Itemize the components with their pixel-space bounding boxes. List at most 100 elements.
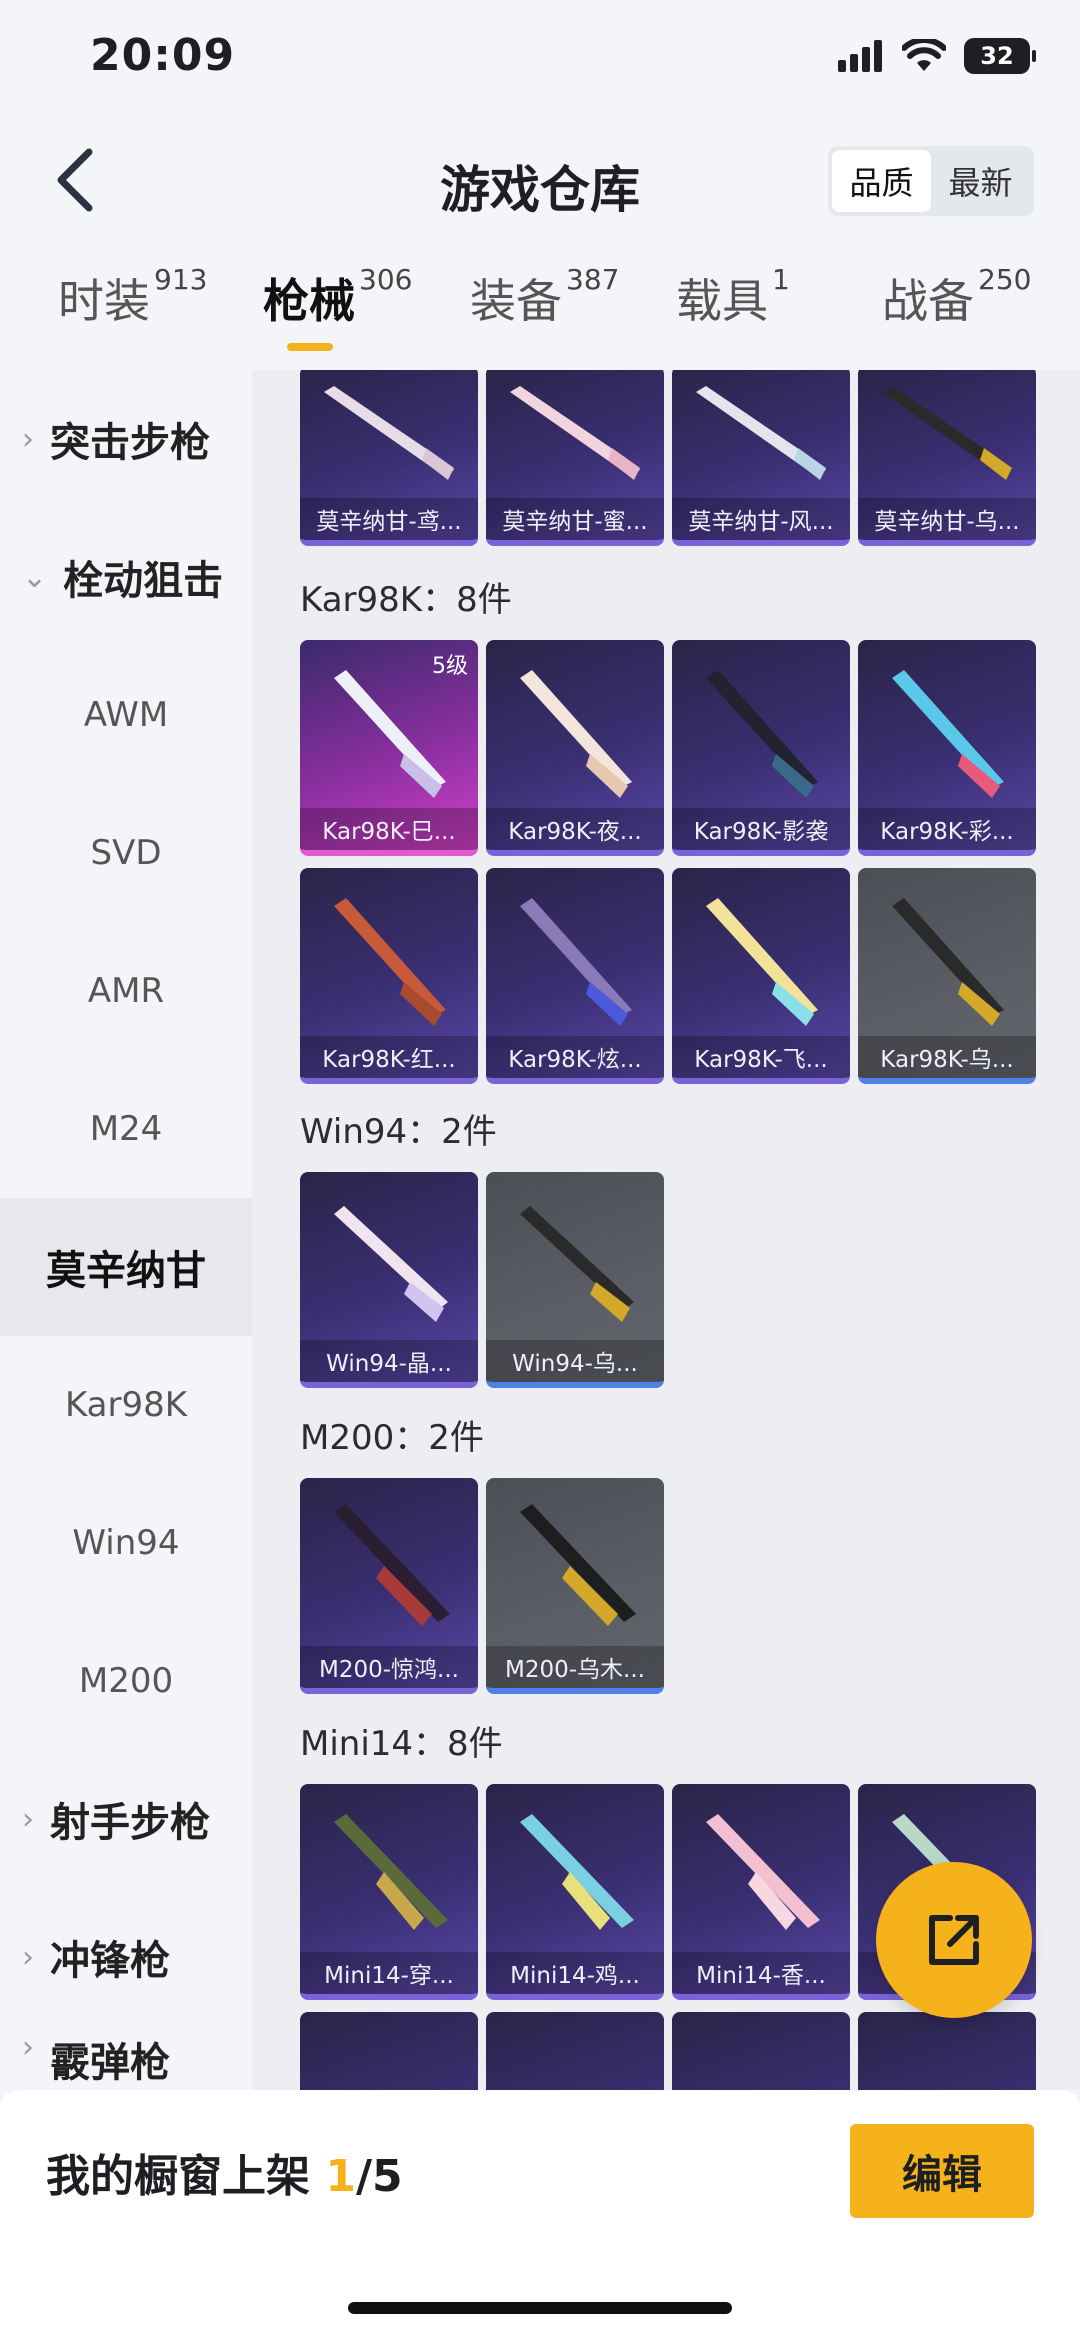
weapon-card[interactable]: [486, 2012, 664, 2090]
weapon-card[interactable]: M200-惊鸿...: [300, 1478, 478, 1694]
weapon-type-sidebar: › 突击步枪 ⌄ 栓动狙击 AWM SVD AMR M24 莫辛纳甘 Kar98…: [0, 370, 252, 2090]
category-tabs: 时装 913 枪械 306 装备 387 载具 1 战备 250: [0, 263, 1080, 365]
weapon-grid: 莫辛纳甘-鸢... 莫辛纳甘-蜜... 莫辛纳甘-风... 莫辛纳甘-乌... …: [252, 370, 1080, 2090]
weapon-card[interactable]: Win94-乌...: [486, 1172, 664, 1388]
weapon-name: Kar98K-红...: [300, 1036, 478, 1078]
sidebar-group-label: 栓动狙击: [63, 558, 224, 604]
tab-count: 387: [566, 263, 620, 296]
share-button[interactable]: [876, 1862, 1032, 2018]
sidebar-item-kar98k[interactable]: Kar98K: [0, 1336, 252, 1474]
chevron-right-icon: ›: [22, 1801, 34, 1837]
weapon-card[interactable]: M200-乌木...: [486, 1478, 664, 1694]
section-label-m200: M200：2件: [300, 1418, 484, 1458]
weapon-card[interactable]: Kar98K-夜...: [486, 640, 664, 856]
battery-icon: 32: [964, 38, 1036, 74]
rifle-icon: [520, 1814, 634, 1930]
chevron-right-icon: ›: [22, 2030, 34, 2065]
sidebar-group-label: 冲锋枪: [50, 1938, 170, 1984]
home-indicator: [348, 2302, 732, 2314]
tab-guns[interactable]: 枪械 306: [263, 263, 413, 365]
rifle-icon: [324, 386, 454, 480]
weapon-card[interactable]: Kar98K-飞...: [672, 868, 850, 1084]
sidebar-group-label: 突击步枪: [50, 420, 210, 466]
weapon-card[interactable]: Mini14-穿...: [300, 1784, 478, 2000]
clock: 20:09: [90, 30, 236, 81]
sidebar-item-mosin[interactable]: 莫辛纳甘: [0, 1198, 252, 1336]
weapon-card[interactable]: Mini14-鸡...: [486, 1784, 664, 2000]
weapon-name: 莫辛纳甘-鸢...: [300, 498, 478, 540]
rifle-icon: [510, 386, 640, 480]
sidebar-item-svd[interactable]: SVD: [0, 784, 252, 922]
rifle-icon: [334, 1504, 450, 1626]
rifle-icon: [334, 1206, 448, 1322]
weapon-name: 莫辛纳甘-风...: [672, 498, 850, 540]
weapon-name: Mini14-香...: [672, 1952, 850, 1994]
weapon-card[interactable]: Kar98K-彩...: [858, 640, 1036, 856]
rifle-icon: [334, 1814, 448, 1930]
header: 游戏仓库 品质 最新: [0, 120, 1080, 240]
weapon-card[interactable]: 莫辛纳甘-鸢...: [300, 370, 478, 546]
tab-fashion[interactable]: 时装 913: [58, 263, 208, 365]
sidebar-group-label: 霰弹枪: [50, 2040, 170, 2086]
rifle-icon: [334, 670, 446, 798]
weapon-card[interactable]: [300, 2012, 478, 2090]
sidebar-item-m200[interactable]: M200: [0, 1612, 252, 1750]
chevron-right-icon: ›: [22, 421, 34, 457]
tab-equipment[interactable]: 装备 387: [470, 263, 620, 365]
signal-icon: [838, 40, 882, 72]
sidebar-group-smg[interactable]: › 冲锋枪: [0, 1888, 252, 2026]
tab-count: 306: [359, 263, 413, 296]
weapon-card[interactable]: 莫辛纳甘-风...: [672, 370, 850, 546]
external-link-icon: [929, 1915, 979, 1965]
weapon-name: Mini14-穿...: [300, 1952, 478, 1994]
weapon-card[interactable]: [672, 2012, 850, 2090]
showcase-current: 1: [325, 2151, 356, 2202]
weapon-card[interactable]: 莫辛纳甘-乌...: [858, 370, 1036, 546]
rifle-icon: [520, 1206, 634, 1322]
weapon-name: Kar98K-巳...: [300, 808, 478, 850]
weapon-card[interactable]: [858, 2012, 1036, 2090]
weapon-card[interactable]: Kar98K-乌...: [858, 868, 1036, 1084]
tab-supplies[interactable]: 战备 250: [882, 263, 1031, 365]
tab-label: 装备: [470, 274, 562, 328]
weapon-name: M200-乌木...: [486, 1646, 664, 1688]
weapon-name: Kar98K-飞...: [672, 1036, 850, 1078]
sidebar-item-awm[interactable]: AWM: [0, 646, 252, 784]
weapon-card[interactable]: 莫辛纳甘-蜜...: [486, 370, 664, 546]
weapon-name: 莫辛纳甘-蜜...: [486, 498, 664, 540]
showcase-status: 我的橱窗上架 1/5: [46, 2140, 403, 2204]
wifi-icon: [902, 39, 946, 71]
weapon-card[interactable]: 5级 Kar98K-巳...: [300, 640, 478, 856]
sidebar-group-shotgun[interactable]: › 霰弹枪: [0, 2026, 252, 2090]
rifle-icon: [706, 670, 818, 798]
weapon-name: Kar98K-乌...: [858, 1036, 1036, 1078]
weapon-name: Kar98K-炫...: [486, 1036, 664, 1078]
rifle-icon: [892, 898, 1004, 1026]
rifle-icon: [520, 670, 632, 798]
weapon-name: 莫辛纳甘-乌...: [858, 498, 1036, 540]
weapon-card[interactable]: Kar98K-炫...: [486, 868, 664, 1084]
sidebar-group-bolt-sniper[interactable]: ⌄ 栓动狙击: [0, 508, 252, 646]
weapon-card[interactable]: Win94-晶...: [300, 1172, 478, 1388]
rifle-icon: [706, 898, 818, 1026]
tab-count: 913: [154, 263, 208, 296]
rifle-icon: [706, 1814, 820, 1930]
sidebar-group-marksman[interactable]: › 射手步枪: [0, 1750, 252, 1888]
active-tab-indicator: [287, 343, 333, 351]
weapon-card[interactable]: Mini14-香...: [672, 1784, 850, 2000]
sidebar-item-m24[interactable]: M24: [0, 1060, 252, 1198]
edit-button[interactable]: 编辑: [850, 2124, 1034, 2218]
tab-vehicles[interactable]: 载具 1: [676, 263, 790, 365]
sidebar-item-amr[interactable]: AMR: [0, 922, 252, 1060]
weapon-name: Win94-乌...: [486, 1340, 664, 1382]
weapon-card[interactable]: Kar98K-影袭: [672, 640, 850, 856]
sort-quality-button[interactable]: 品质: [832, 150, 931, 212]
weapon-card[interactable]: Kar98K-红...: [300, 868, 478, 1084]
sort-newest-button[interactable]: 最新: [931, 150, 1030, 212]
sidebar-group-assault-rifle[interactable]: › 突击步枪: [0, 370, 252, 508]
section-label-win94: Win94：2件: [300, 1112, 497, 1152]
section-label-kar98k: Kar98K：8件: [300, 580, 512, 620]
sidebar-item-win94[interactable]: Win94: [0, 1474, 252, 1612]
weapon-name: Kar98K-影袭: [672, 808, 850, 850]
weapon-name: M200-惊鸿...: [300, 1646, 478, 1688]
